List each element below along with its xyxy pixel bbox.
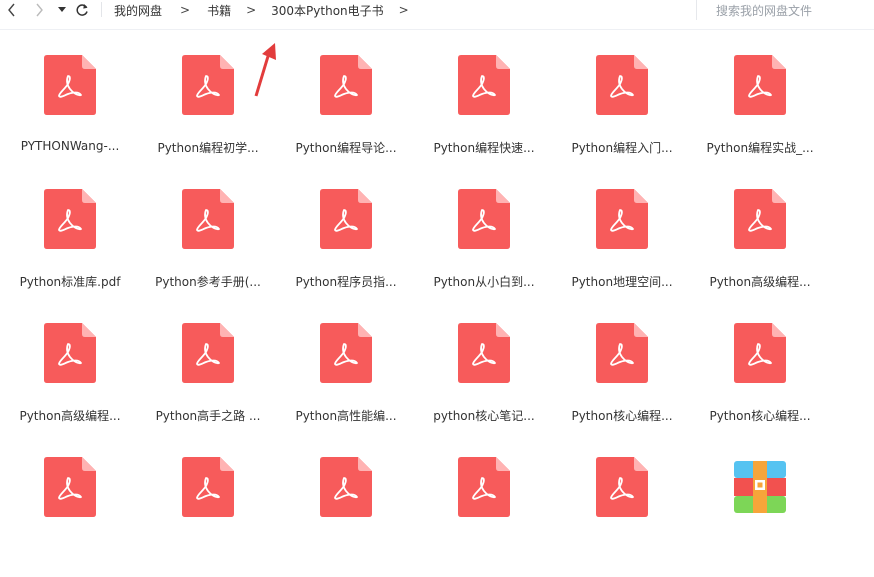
pdf-file-icon — [320, 323, 372, 383]
pdf-file-icon — [44, 189, 96, 249]
pdf-file-icon — [44, 55, 96, 115]
file-item[interactable]: Python参考手册(... — [148, 189, 268, 309]
file-grid: PYTHONWang-... Python编程初学... Python编程导论.… — [0, 0, 874, 517]
pdf-file-icon — [182, 189, 234, 249]
file-item[interactable]: Python编程实战_... — [700, 55, 820, 175]
pdf-file-icon — [734, 189, 786, 249]
pdf-file-icon — [44, 457, 96, 517]
file-name: Python参考手册(... — [155, 275, 261, 289]
file-name: Python高级编程... — [19, 409, 121, 423]
file-name: Python从小白到... — [433, 275, 535, 289]
pdf-file-icon — [182, 457, 234, 517]
file-item[interactable] — [562, 457, 682, 577]
pdf-file-icon — [458, 189, 510, 249]
file-name: Python高性能编... — [295, 409, 397, 423]
file-name: Python核心编程... — [571, 409, 673, 423]
file-name: Python程序员指... — [295, 275, 397, 289]
file-name: Python标准库.pdf — [19, 275, 121, 289]
pdf-file-icon — [182, 55, 234, 115]
pdf-file-icon — [320, 55, 372, 115]
file-name: Python高手之路 ... — [155, 409, 261, 423]
file-item[interactable]: Python核心编程... — [562, 323, 682, 443]
file-name: Python编程实战_... — [706, 141, 814, 155]
file-item[interactable]: Python高级编程... — [10, 323, 130, 443]
pdf-file-icon — [44, 323, 96, 383]
pdf-file-icon — [596, 55, 648, 115]
file-item[interactable]: Python编程快速... — [424, 55, 544, 175]
pdf-file-icon — [182, 323, 234, 383]
pdf-file-icon — [320, 457, 372, 517]
file-item[interactable]: PYTHONWang-... — [10, 55, 130, 175]
file-item[interactable]: Python程序员指... — [286, 189, 406, 309]
file-item[interactable]: Python从小白到... — [424, 189, 544, 309]
file-name: python核心笔记... — [433, 409, 535, 423]
file-name: Python核心编程... — [709, 409, 811, 423]
file-item[interactable]: Python标准库.pdf — [10, 189, 130, 309]
file-item[interactable]: Python编程初学... — [148, 55, 268, 175]
file-item[interactable]: Python高性能编... — [286, 323, 406, 443]
file-name: Python编程导论... — [295, 141, 397, 155]
file-name: Python编程快速... — [433, 141, 535, 155]
file-item[interactable]: python核心笔记... — [424, 323, 544, 443]
pdf-file-icon — [734, 55, 786, 115]
file-item[interactable] — [10, 457, 130, 577]
pdf-file-icon — [596, 457, 648, 517]
pdf-file-icon — [458, 323, 510, 383]
pdf-file-icon — [458, 55, 510, 115]
pdf-file-icon — [734, 323, 786, 383]
file-item[interactable]: Python高级编程... — [700, 189, 820, 309]
file-name: Python地理空间... — [571, 275, 673, 289]
pdf-file-icon — [320, 189, 372, 249]
archive-file-icon — [734, 457, 786, 517]
file-name: Python编程入门... — [571, 141, 673, 155]
file-item[interactable]: Python高手之路 ... — [148, 323, 268, 443]
pdf-file-icon — [458, 457, 510, 517]
file-item[interactable]: Python核心编程... — [700, 323, 820, 443]
pdf-file-icon — [596, 323, 648, 383]
file-item[interactable] — [148, 457, 268, 577]
pdf-file-icon — [596, 189, 648, 249]
file-name: Python编程初学... — [157, 141, 259, 155]
file-item[interactable] — [286, 457, 406, 577]
file-name: PYTHONWang-... — [20, 139, 120, 153]
file-item[interactable]: Python编程导论... — [286, 55, 406, 175]
file-name: Python高级编程... — [709, 275, 811, 289]
file-item[interactable]: Python地理空间... — [562, 189, 682, 309]
file-item[interactable]: Python编程入门... — [562, 55, 682, 175]
file-item[interactable] — [424, 457, 544, 577]
file-item[interactable] — [700, 457, 820, 577]
